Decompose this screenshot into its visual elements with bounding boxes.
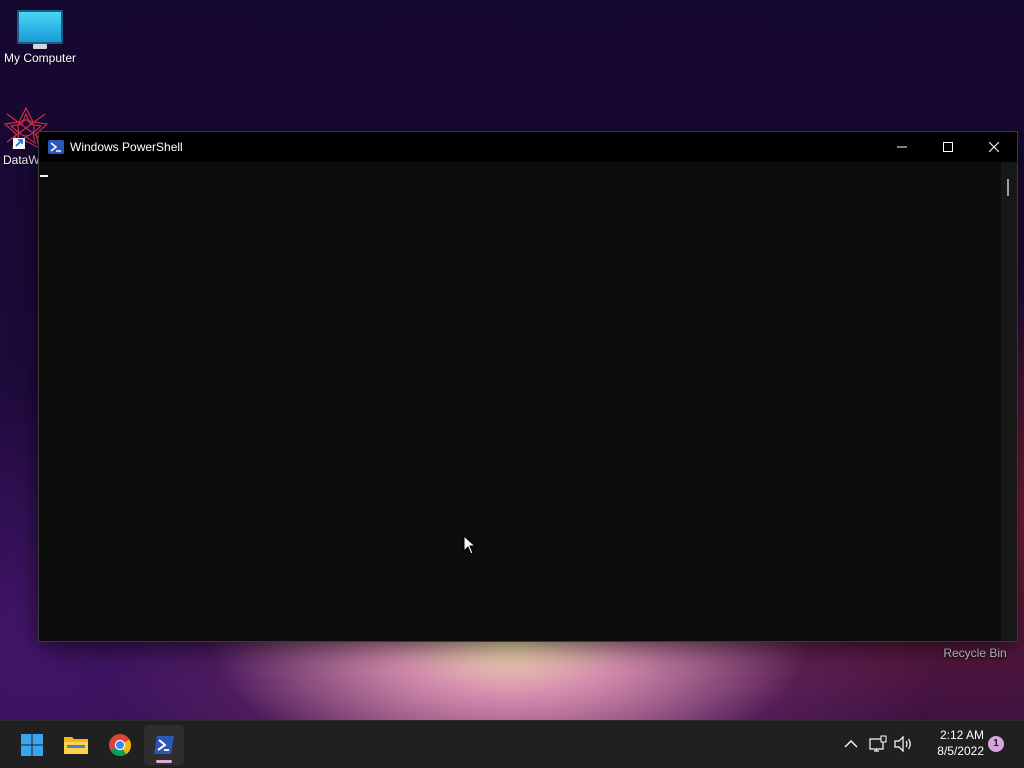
show-hidden-icons-button[interactable] [841, 734, 861, 754]
recycle-bin-label[interactable]: Recycle Bin [940, 646, 1010, 660]
taskbar-chrome-button[interactable] [100, 725, 140, 765]
taskbar-powershell-button[interactable] [144, 725, 184, 765]
notification-badge[interactable]: 1 [988, 736, 1004, 752]
network-button[interactable] [868, 734, 888, 754]
minimize-button[interactable] [879, 132, 925, 162]
volume-button[interactable] [893, 734, 913, 754]
close-button[interactable] [971, 132, 1017, 162]
powershell-icon [48, 140, 64, 154]
minimize-icon [897, 146, 907, 148]
text-cursor [40, 175, 48, 177]
desktop-icon-label: My Computer [3, 51, 77, 65]
windows-start-icon [21, 734, 43, 756]
speaker-icon [894, 735, 911, 753]
active-app-indicator [156, 760, 172, 763]
start-button[interactable] [12, 725, 52, 765]
desktop-icon-my-computer[interactable]: My Computer [0, 10, 80, 65]
window-titlebar[interactable]: Windows PowerShell [39, 132, 1017, 162]
desktop-icon-label: DataW [3, 153, 40, 167]
maximize-button[interactable] [925, 132, 971, 162]
clock-date: 8/5/2022 [937, 744, 984, 758]
folder-icon [64, 737, 88, 754]
scrollbar-thumb[interactable] [1007, 179, 1009, 196]
powershell-icon [154, 736, 174, 754]
monitor-icon [17, 10, 63, 49]
chevron-up-icon [844, 740, 858, 748]
console-output-area[interactable] [39, 162, 1001, 641]
network-icon [869, 735, 887, 752]
console-scrollbar[interactable] [1001, 162, 1017, 641]
maximize-icon [943, 142, 953, 152]
powershell-window[interactable]: Windows PowerShell [38, 131, 1018, 642]
close-icon [989, 142, 999, 152]
window-title: Windows PowerShell [70, 140, 183, 154]
clock-time: 2:12 AM [939, 728, 984, 742]
taskbar-clock[interactable]: 2:12 AM 8/5/2022 [920, 727, 984, 759]
desktop-icon-dataw[interactable]: DataW [0, 106, 49, 167]
taskbar-file-explorer-button[interactable] [56, 725, 96, 765]
chrome-icon [109, 734, 132, 757]
